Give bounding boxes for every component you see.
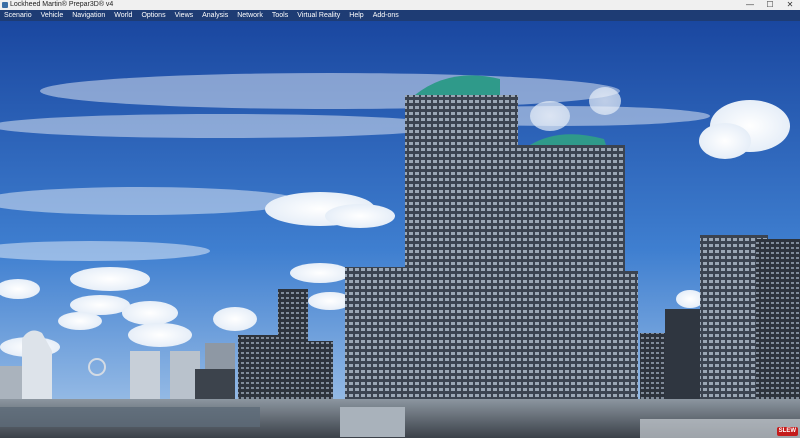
title-bar[interactable]: Lockheed Martin® Prepar3D® v4 — ☐ ✕ xyxy=(0,0,800,10)
window-title: Lockheed Martin® Prepar3D® v4 xyxy=(10,1,114,8)
menu-vehicle[interactable]: Vehicle xyxy=(37,10,69,21)
close-button[interactable]: ✕ xyxy=(780,0,800,10)
simulator-window: Lockheed Martin® Prepar3D® v4 — ☐ ✕ Scen… xyxy=(0,0,800,438)
menu-analysis[interactable]: Analysis xyxy=(198,10,233,21)
maximize-button[interactable]: ☐ xyxy=(760,0,780,10)
mid-tower xyxy=(345,267,405,407)
menu-options[interactable]: Options xyxy=(137,10,170,21)
menu-scenario[interactable]: Scenario xyxy=(0,10,37,21)
twin-tower-right xyxy=(515,134,625,438)
menu-views[interactable]: Views xyxy=(171,10,199,21)
menu-add-ons[interactable]: Add-ons xyxy=(369,10,404,21)
twin-tower-left xyxy=(405,75,518,438)
minimize-button[interactable]: — xyxy=(740,0,760,10)
low-building xyxy=(340,407,405,437)
menu-tools[interactable]: Tools xyxy=(268,10,293,21)
menu-network[interactable]: Network xyxy=(233,10,268,21)
menu-bar: Scenario Vehicle Navigation World Option… xyxy=(0,10,800,21)
app-icon xyxy=(2,2,8,8)
slew-badge: SLEW xyxy=(776,427,798,436)
bay-water xyxy=(0,407,260,427)
menu-help[interactable]: Help xyxy=(345,10,368,21)
menu-navigation[interactable]: Navigation xyxy=(68,10,110,21)
menu-world[interactable]: World xyxy=(110,10,137,21)
scenery-viewport[interactable]: SLEW xyxy=(0,21,800,438)
menu-virtual-reality[interactable]: Virtual Reality xyxy=(293,10,345,21)
scenery-render xyxy=(0,21,800,438)
